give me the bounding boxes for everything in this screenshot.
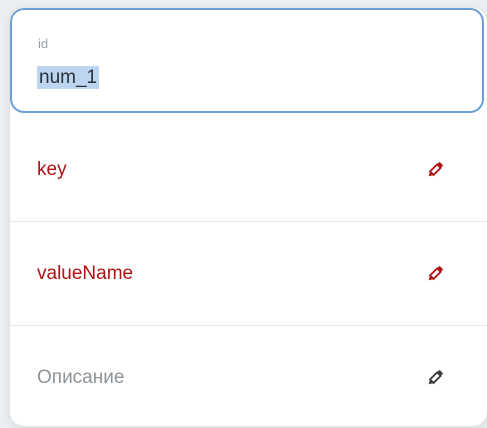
row-valuename[interactable]: valueName xyxy=(10,222,487,326)
pencil-icon[interactable] xyxy=(425,264,445,284)
row-key[interactable]: key xyxy=(10,118,487,222)
row-description[interactable]: Описание xyxy=(10,326,487,426)
id-field-label: id xyxy=(38,36,49,51)
pencil-icon[interactable] xyxy=(425,160,445,180)
row-valuename-label: valueName xyxy=(37,262,134,284)
pencil-icon[interactable] xyxy=(425,368,445,388)
id-field-selected-text[interactable]: num_1 xyxy=(37,66,100,89)
id-field[interactable]: id num_1 xyxy=(10,8,484,113)
id-field-value[interactable]: num_1 xyxy=(37,66,100,89)
properties-card: id num_1 key valueName Описание xyxy=(10,8,487,426)
row-description-label: Описание xyxy=(37,367,125,388)
row-key-label: key xyxy=(37,158,67,180)
